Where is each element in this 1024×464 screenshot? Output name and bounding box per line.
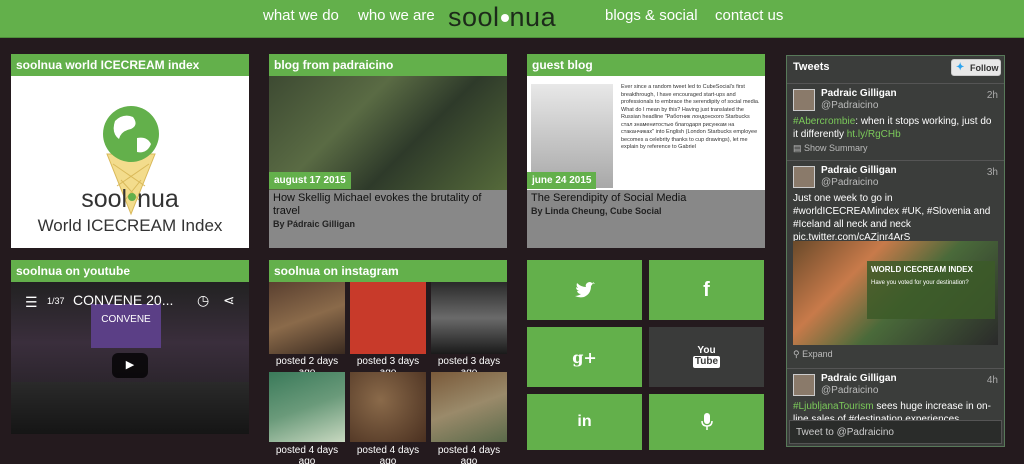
linkedin-tile[interactable]: in	[527, 394, 642, 450]
tweet-compose-box[interactable]: Tweet to @Padraicino	[789, 420, 1002, 444]
icecream-index-panel[interactable]: soolnua world ICECREAM index sool nua Wor…	[11, 54, 249, 248]
twitter-bird-icon	[574, 282, 595, 298]
playlist-icon[interactable]: ☰	[25, 294, 38, 311]
instagram-photo[interactable]	[431, 282, 507, 354]
audience-silhouettes	[11, 382, 249, 434]
tweet-author[interactable]: Padraic Gilligan	[821, 165, 897, 176]
tweet[interactable]: Padraic Gilligan @Padraicino 2h #Abercro…	[787, 83, 1004, 157]
instagram-photo[interactable]	[350, 282, 426, 354]
hashtag-link[interactable]: #Abercrombie	[793, 116, 855, 127]
nav-who-we-are[interactable]: who we are	[358, 7, 435, 24]
nav-what-we-do[interactable]: what we do	[263, 7, 339, 24]
googleplus-tile[interactable]: g+	[527, 327, 642, 387]
expand-label: Expand	[802, 349, 833, 359]
post-byline: By Pádraic Gilligan	[273, 219, 356, 229]
youtube-tile[interactable]: You Tube	[649, 327, 764, 387]
post-date: august 17 2015	[269, 172, 351, 189]
youtube-icon-bottom: Tube	[692, 356, 721, 368]
video-title[interactable]: CONVENE 20...	[73, 292, 173, 308]
twitter-tile[interactable]	[527, 260, 642, 320]
microphone-tile[interactable]	[649, 394, 764, 450]
follow-label: Follow	[970, 63, 999, 73]
tweet-author[interactable]: Padraic Gilligan	[821, 88, 897, 99]
microphone-icon	[700, 413, 713, 430]
tweet-time[interactable]: 3h	[987, 167, 998, 178]
icecream-subtitle: World ICECREAM Index	[37, 216, 223, 235]
nav-blogs-social[interactable]: blogs & social	[605, 7, 698, 24]
instagram-caption: posted 4 days ago	[437, 445, 501, 464]
googleplus-icon: g+	[572, 347, 597, 367]
avatar[interactable]	[793, 166, 815, 188]
follow-button[interactable]: ✦ Follow	[951, 59, 1001, 76]
icecream-logo-left: sool	[81, 185, 128, 213]
avatar[interactable]	[793, 89, 815, 111]
facebook-icon: f	[703, 278, 710, 301]
panel-title: guest blog	[527, 54, 765, 76]
blog-panel[interactable]: blog from padraicino august 17 2015 How …	[269, 54, 507, 248]
instagram-photo[interactable]	[350, 372, 426, 442]
share-icon[interactable]: ⋖	[223, 292, 235, 309]
site-logo[interactable]: sool nua	[448, 2, 584, 34]
logo-text-left: sool	[448, 2, 500, 32]
top-nav: what we do who we are sool nua blogs & so…	[0, 0, 1024, 38]
show-summary-link[interactable]: ▤ Show Summary	[793, 143, 868, 154]
tweet-author[interactable]: Padraic Gilligan	[821, 373, 897, 384]
youtube-icon-top: You	[697, 345, 716, 356]
guest-blog-panel[interactable]: guest blog Ever since a random tweet led…	[527, 54, 765, 248]
instagram-caption: posted 4 days ago	[275, 445, 339, 464]
tweets-header: Tweets	[793, 61, 830, 73]
tweet-text: #Abercrombie: when it stops working, jus…	[793, 115, 998, 141]
show-summary-label: Show Summary	[804, 143, 868, 153]
tweet-handle[interactable]: @Padraicino	[821, 385, 878, 396]
stage-screen: CONVENE	[91, 304, 161, 348]
youtube-panel[interactable]: soolnua on youtube CONVENE ☰ 1/37 CONVEN…	[11, 260, 249, 434]
tweet-media-image[interactable]: WORLD ICECREAM INDEX Have you voted for …	[793, 241, 998, 345]
guest-excerpt: Ever since a random tweet led to CubeSoc…	[621, 84, 760, 150]
tweet-time[interactable]: 4h	[987, 375, 998, 386]
video-player[interactable]: CONVENE ☰ 1/37 CONVENE 20... ◷ ⋖ ▶	[11, 282, 249, 434]
media-card-subtitle: Have you voted for your destination?	[871, 280, 969, 286]
linkedin-icon: in	[577, 413, 592, 430]
playlist-counter: 1/37	[47, 296, 65, 306]
panel-title: soolnua on youtube	[11, 260, 249, 282]
facebook-tile[interactable]: f	[649, 260, 764, 320]
panel-title: soolnua world ICECREAM index	[11, 54, 249, 76]
icecream-logo-dot	[128, 193, 137, 201]
post-headline[interactable]: The Serendipity of Social Media	[531, 192, 761, 204]
tweet-handle[interactable]: @Padraicino	[821, 100, 878, 111]
logo-text-right: nua	[509, 2, 557, 32]
nav-contact-us[interactable]: contact us	[715, 7, 783, 24]
hashtag-link[interactable]: #LjubljanaTourism	[793, 401, 874, 412]
instagram-photo[interactable]	[431, 372, 507, 442]
instagram-caption: posted 4 days ago	[356, 445, 420, 464]
avatar[interactable]	[793, 374, 815, 396]
panel-title: soolnua on instagram	[269, 260, 507, 282]
tweet-text: Just one week to go in #worldICECREAMind…	[793, 193, 991, 243]
post-date: june 24 2015	[527, 172, 597, 189]
icecream-logo-right: nua	[137, 185, 179, 213]
tweet-handle[interactable]: @Padraicino	[821, 177, 878, 188]
media-card: WORLD ICECREAM INDEX Have you voted for …	[867, 261, 995, 319]
post-byline: By Linda Cheung, Cube Social	[531, 206, 662, 216]
tweet[interactable]: Padraic Gilligan @Padraicino 4h #Ljublja…	[787, 368, 1004, 424]
twitter-timeline-widget: Tweets ✦ Follow Padraic Gilligan @Padrai…	[786, 55, 1005, 447]
instagram-panel: soolnua on instagram posted 2 days ago p…	[269, 260, 507, 464]
media-card-title: WORLD ICECREAM INDEX	[871, 265, 973, 274]
post-headline[interactable]: How Skellig Michael evokes the brutality…	[273, 192, 503, 218]
play-button[interactable]: ▶	[112, 353, 148, 378]
icecream-logo-wordmark: sool nua	[11, 186, 249, 212]
watch-later-icon[interactable]: ◷	[197, 292, 209, 309]
instagram-photo[interactable]	[269, 372, 345, 442]
logo-dot	[500, 13, 509, 22]
tweet[interactable]: Padraic Gilligan @Padraicino 3h Just one…	[787, 160, 1004, 365]
panel-title: blog from padraicino	[269, 54, 507, 76]
twitter-bird-icon: ✦	[956, 62, 965, 73]
instagram-photo[interactable]	[269, 282, 345, 354]
expand-link[interactable]: ⚲ Expand	[793, 349, 833, 360]
tweet-url[interactable]: ht.ly/RgCHb	[847, 129, 901, 140]
tweet-time[interactable]: 2h	[987, 90, 998, 101]
